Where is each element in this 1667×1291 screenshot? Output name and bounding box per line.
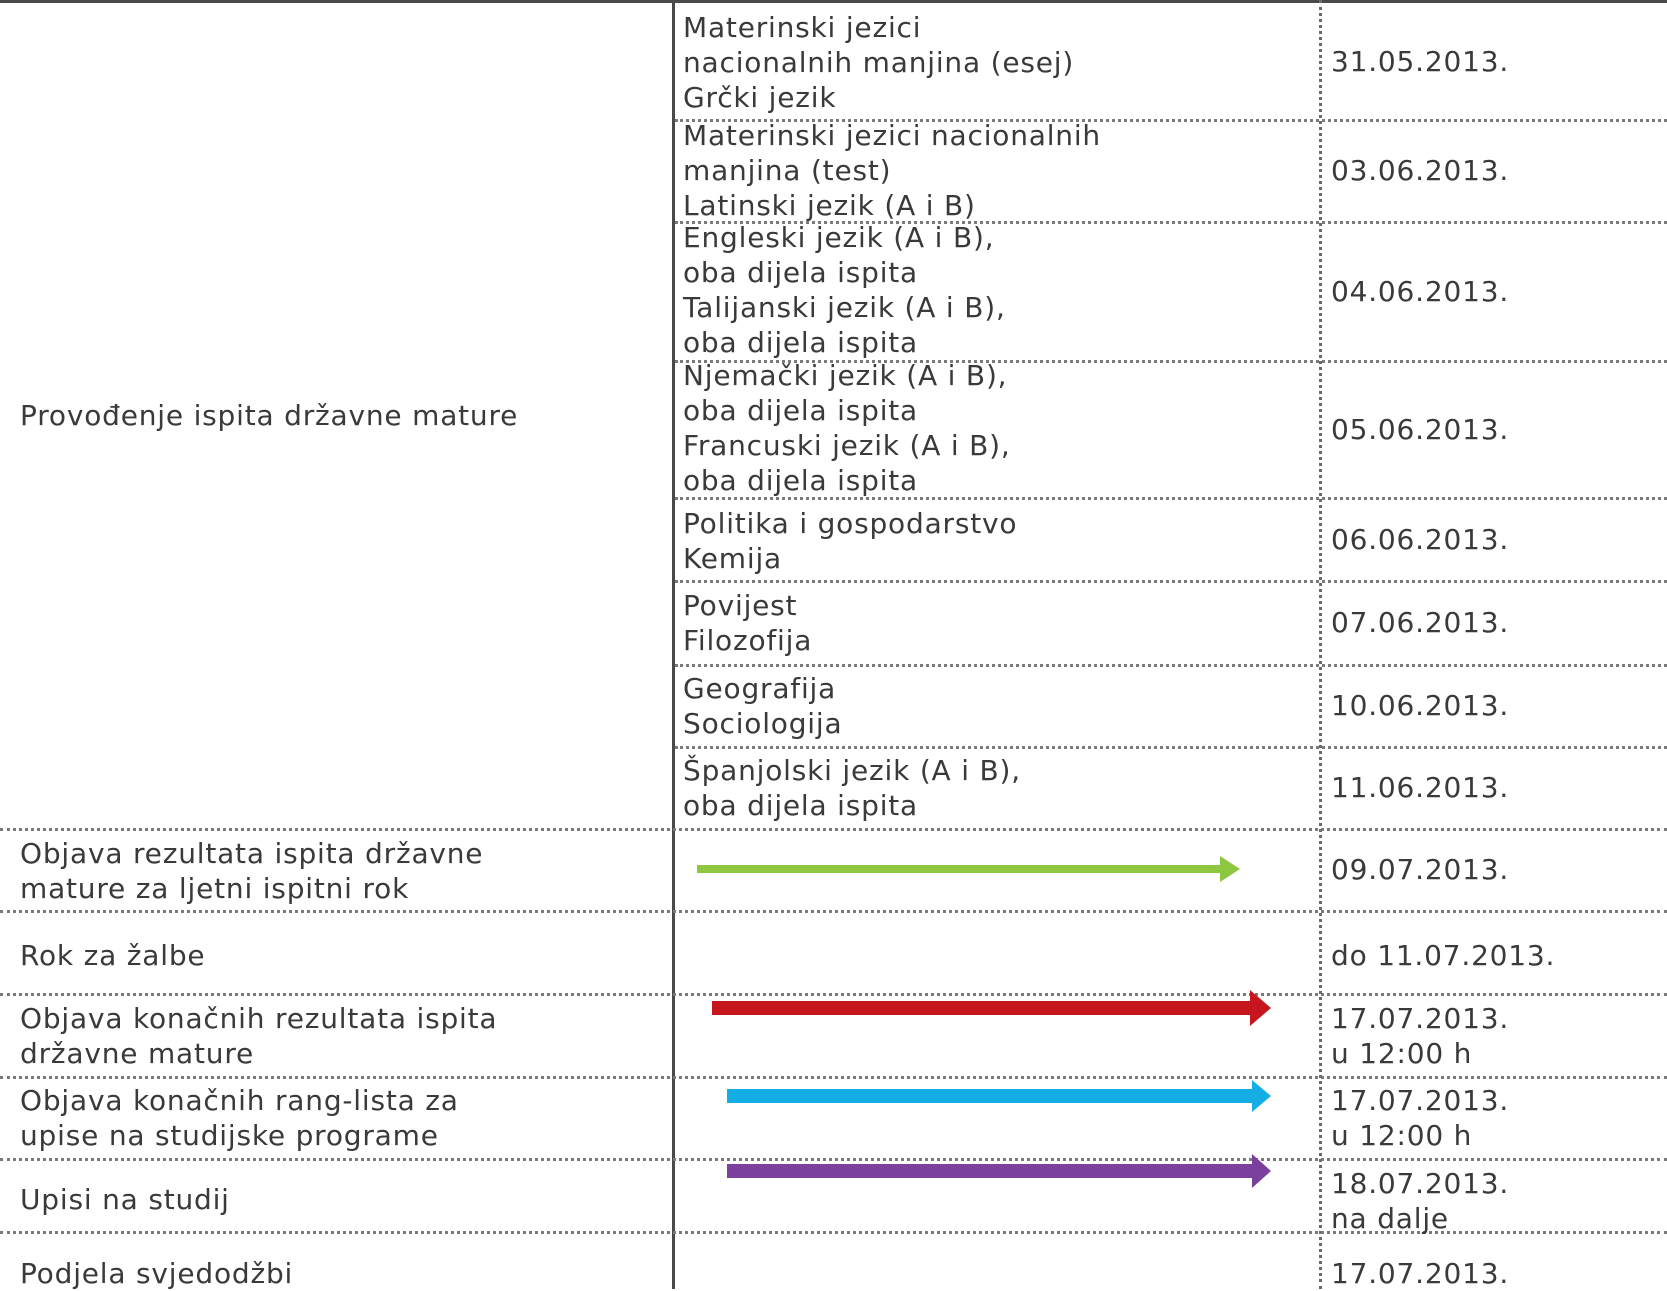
exam-subjects: Španjolski jezik (A i B), oba dijela isp… [683,754,1021,822]
exam-date: 04.06.2013. [1331,275,1510,308]
event-date: 17.07.2013. u 12:00 h [1331,1002,1510,1070]
event-date: 17.07.2013. u 12:00 h [1331,1084,1510,1152]
event-date: 18.07.2013. na dalje [1331,1167,1510,1235]
row-separator [675,664,1667,667]
row-separator [0,1076,1667,1079]
exam-schedule-page: Provođenje ispita državne mature Materin… [0,0,1667,1290]
event-label: Upisi na studij [20,1183,230,1216]
exam-subjects: Njemački jezik (A i B), oba dijela ispit… [683,359,1011,497]
row-separator [675,746,1667,749]
exam-date: 31.05.2013. [1331,45,1510,78]
exam-date: 03.06.2013. [1331,154,1510,187]
event-label: Podjela svjedodžbi [20,1257,294,1290]
exam-date: 06.06.2013. [1331,523,1510,556]
exam-subjects: Materinski jezici nacionalnih manjina (t… [683,119,1101,222]
exam-date: 07.06.2013. [1331,606,1510,639]
row-separator [0,828,1667,831]
exam-date: 11.06.2013. [1331,771,1510,804]
row-separator [0,910,1667,913]
event-date: do 11.07.2013. [1331,939,1556,972]
row-separator [0,993,1667,996]
event-label: Objava konačnih rezultata ispita državne… [20,1002,498,1070]
event-label: Objava rezultata ispita državne mature z… [20,837,484,905]
blue-arrow-icon [727,1080,1271,1112]
exam-period-label: Provođenje ispita državne mature [20,399,519,432]
date-column-divider [1319,0,1322,1289]
exam-date: 05.06.2013. [1331,413,1510,446]
event-date: 17.07.2013. [1331,1257,1510,1290]
exam-subjects: Materinski jezici nacionalnih manjina (e… [683,11,1075,114]
event-label: Rok za žalbe [20,939,206,972]
green-arrow-icon [697,856,1240,882]
exam-subjects: Povijest Filozofija [683,589,813,657]
event-label: Objava konačnih rang-lista za upise na s… [20,1084,459,1152]
exam-date: 10.06.2013. [1331,689,1510,722]
row-separator [675,580,1667,583]
top-rule [0,0,1667,3]
row-separator [0,1158,1667,1161]
event-date: 09.07.2013. [1331,853,1510,886]
column-divider [672,0,675,1289]
exam-subjects: Geografija Sociologija [683,672,843,740]
exam-subjects: Engleski jezik (A i B), oba dijela ispit… [683,221,1006,359]
exam-subjects: Politika i gospodarstvo Kemija [683,507,1018,575]
